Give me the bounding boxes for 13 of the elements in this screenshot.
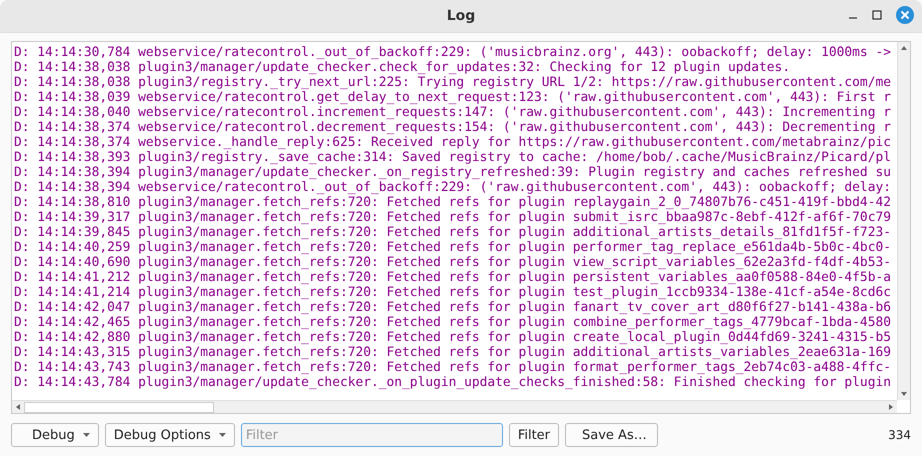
close-icon[interactable]	[896, 6, 914, 24]
save-as-button[interactable]: Save As…	[565, 423, 658, 447]
window-title: Log	[446, 8, 476, 24]
scrollbar-thumb[interactable]	[24, 402, 214, 412]
caret-icon	[82, 433, 90, 437]
filter-field[interactable]: Filter	[240, 423, 503, 447]
filter-button[interactable]: Filter	[508, 423, 560, 447]
level-dropdown[interactable]: Debug	[11, 423, 99, 447]
options-dropdown[interactable]: Debug Options	[104, 423, 235, 447]
maximize-icon[interactable]	[872, 10, 882, 20]
line-count: 334	[888, 428, 911, 442]
log-text: D: 14:14:30,784 webservice/ratecontrol._out_of_backoff:229: ('musicbrainz.org', 443): oobackoff; delay: 1000ms -> D: 14:14:38,038 plugin3/manager/update_checker.check_for_updates:32: Checking for 12 plugin updates. D: 14:14:38,038 plugin3/registry._try_next_url:225: Trying registry URL 1/2: https://raw.githubusercontent.com/me D: 14:14:38,039 webservice/ratecontrol.get_delay_to_next_request:123: ('raw.githubusercontent.com', 443): First r D: 14:14:38,040 webservice/ratecontrol.increment_requests:147: ('raw.githubusercontent.com', 443): Incrementing r D: 14:14:38,374 webservice/ratecontrol.decrement_requests:154: ('raw.githubusercontent.com', 443): Decrementing r D: 14:14:38,374 webservice._handle_reply:625: Received reply for https://raw.githubusercontent.com/metabrainz/pic D: 14:14:38,393 plugin3/registry._save_cache:314: Saved registry to cache: /home/bob/.cache/MusicBrainz/Picard/pl D: 14:14:38,394 plugin3/manager/update_checker._on_registry_refreshed:39: Plugin registry and caches refreshed su D: 14:14:38,394 webservice/ratecontrol._out_of_backoff:229: ('raw.githubusercontent.com', 443): oobackoff; delay: D: 14:14:38,810 plugin3/manager.fetch_refs:720: Fetched refs for plugin replaygain_2_0_74807b76-c451-419f-bbd4-42 D: 14:14:39,317 plugin3/manager.fetch_refs:720: Fetched refs for plugin submit_isrc_bbaa987c-8ebf-412f-af6f-70c79 D: 14:14:39,845 plugin3/manager.fetch_refs:720: Fetched refs for plugin additional_artists_details_81fd1f5f-f723- D: 14:14:40,259 plugin3/manager.fetch_refs:720: Fetched refs for plugin performer_tag_replace_e561da4b-5b0c-4bc0- D: 14:14:40,690 plugin3/manager.fetch_refs:720: Fetched refs for plugin view_script_variables_62e2a3fd-f4df-4b53- D: 14:14:41,212 plugin3/manager.fetch_refs:720: Fetched refs for plugin persistent_variables_aa0f0588-84e0-4f5b-a D: 14:14:41,214 plugin3/manager.fetch_refs:720: Fetched refs for plugin test_plugin_1ccb9334-138e-41cf-a54e-8cd6c D: 14:14:42,047 plugin3/manager.fetch_refs:720: Fetched refs for plugin fanart_tv_cover_art_d80f6f27-b141-438a-b6 D: 14:14:42,465 plugin3/manager.fetch_refs:720: Fetched refs for plugin combine_performer_tags_4779bcaf-1bda-4580 D: 14:14:42,880 plugin3/manager.fetch_refs:720: Fetched refs for plugin create_local_plugin_0d44fd69-3241-4315-b5 D: 14:14:43,315 plugin3/manager.fetch_refs:720: Fetched refs for plugin additional_artists_variables_2eae631a-169 D: 14:14:43,743 plugin3/manager.fetch_refs:720: Fetched refs for plugin format_performer_tags_2eb74c03-a488-4ffc- D: 14:14:43,784 plugin3/manager/update_checker._on_plugin_update_checks_finished:58: Finished checking for plugin	[13, 44, 892, 392]
caret-icon	[218, 433, 226, 437]
